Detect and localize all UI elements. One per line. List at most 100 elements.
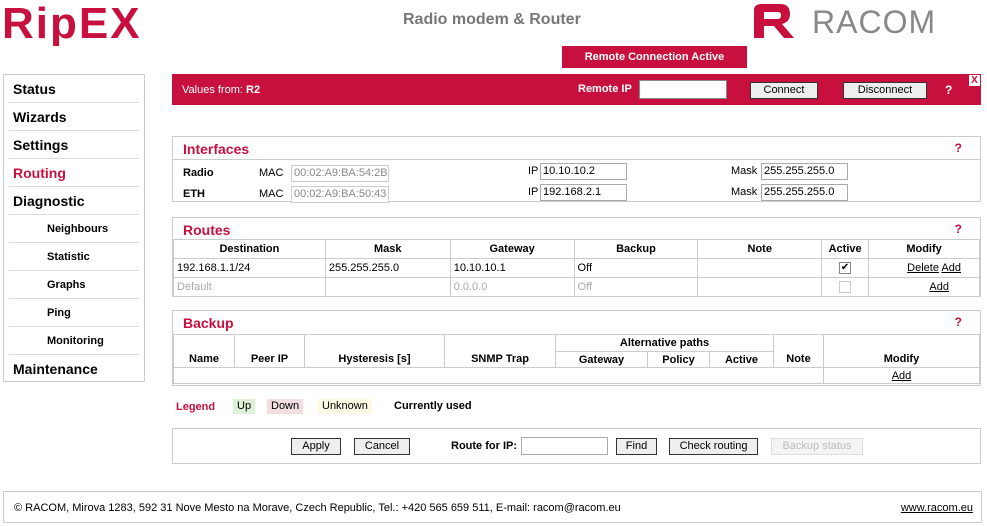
footer-website-link[interactable]: www.racom.eu <box>901 502 973 514</box>
default-note <box>697 277 823 297</box>
col-alternative-paths: Alternative paths <box>555 334 774 352</box>
route-gateway[interactable]: 10.10.10.1 <box>449 258 575 278</box>
mask-label: Mask <box>731 165 758 177</box>
default-mask <box>324 277 451 297</box>
close-icon[interactable]: X <box>969 75 980 86</box>
connect-button[interactable]: Connect <box>750 82 818 99</box>
route-destination[interactable]: 192.168.1.1/24 <box>173 258 326 278</box>
backup-table: Name Peer IP Hysteresis [s] SNMP Trap Al… <box>173 334 980 384</box>
sidebar-item-neighbours[interactable]: Neighbours <box>9 215 139 243</box>
remote-ip-input[interactable]: 10.10.10.2 <box>639 80 727 99</box>
col-backup: Backup <box>573 239 699 259</box>
sidebar-item-graphs[interactable]: Graphs <box>9 271 139 299</box>
interfaces-title: Interfaces <box>183 141 250 157</box>
route-active-checkbox[interactable]: ✔ <box>839 262 852 275</box>
disconnect-button[interactable]: Disconnect <box>843 82 927 99</box>
backup-help-icon[interactable]: ? <box>955 315 962 329</box>
legend-unknown: Unknown <box>318 399 372 414</box>
backup-add-link[interactable]: Add <box>892 370 912 382</box>
racom-logo-text: RACOM <box>812 4 936 40</box>
interfaces-panel: Interfaces ? Radio MAC 00:02:A9:BA:54:2B… <box>172 136 981 203</box>
route-modify-cell: Delete Add <box>868 258 980 278</box>
check-routing-button[interactable]: Check routing <box>669 438 758 455</box>
racom-mark-icon <box>754 4 794 38</box>
sidebar-item-ping[interactable]: Ping <box>9 299 139 327</box>
routes-table: Destination Mask Gateway Backup Note Act… <box>173 239 980 297</box>
values-from-label: Values from: <box>182 84 243 96</box>
col-gateway: Gateway <box>555 351 648 368</box>
iface-name-radio: Radio <box>183 167 214 179</box>
divider <box>173 159 980 160</box>
col-destination: Destination <box>173 239 326 259</box>
col-hysteresis: Hysteresis [s] <box>304 334 445 368</box>
radio-mask-field[interactable]: 255.255.255.0 <box>761 163 848 180</box>
page-title: Radio modem & Router <box>403 11 581 28</box>
route-backup[interactable]: Off <box>573 258 699 278</box>
col-note: Note <box>697 239 823 259</box>
route-delete-link[interactable]: Delete <box>907 262 939 274</box>
routes-panel: Routes ? Destination Mask Gateway Backup… <box>172 217 981 297</box>
sidebar-nav: Status Wizards Settings Routing Diagnost… <box>3 74 145 382</box>
mac-label: MAC <box>259 167 284 179</box>
remote-ip-label: Remote IP <box>578 83 632 95</box>
sidebar-item-routing[interactable]: Routing <box>9 159 139 187</box>
table-row: 192.168.1.1/24 255.255.255.0 10.10.10.1 … <box>173 258 980 278</box>
mask-label: Mask <box>731 186 758 198</box>
table-row: Add <box>173 367 980 384</box>
backup-status-button[interactable]: Backup status <box>771 438 863 455</box>
ip-label: IP <box>528 186 539 198</box>
col-note: Note <box>773 334 824 368</box>
sidebar-item-monitoring[interactable]: Monitoring <box>9 327 139 355</box>
default-backup[interactable]: Off <box>573 277 699 297</box>
col-modify: Modify <box>823 334 980 368</box>
action-bar: Apply Cancel Route for IP: Find Check ro… <box>172 428 981 464</box>
routes-help-icon[interactable]: ? <box>955 222 962 236</box>
col-gateway: Gateway <box>449 239 575 259</box>
interfaces-help-icon[interactable]: ? <box>955 141 962 155</box>
route-active-cell: ✔ <box>821 258 870 278</box>
route-for-ip-input[interactable] <box>521 437 608 455</box>
default-add-link[interactable]: Add <box>929 281 949 293</box>
eth-ip-field[interactable]: 192.168.2.1 <box>540 184 627 201</box>
iface-name-eth: ETH <box>183 188 205 200</box>
sidebar-item-status[interactable]: Status <box>9 75 139 103</box>
values-from-value: R2 <box>246 84 261 96</box>
col-name: Name <box>173 334 235 368</box>
table-row: Default 0.0.0.0 Off Add <box>173 277 980 297</box>
default-active-checkbox[interactable] <box>839 281 852 294</box>
legend-down: Down <box>267 399 304 414</box>
sidebar-item-diagnostic[interactable]: Diagnostic <box>9 187 139 215</box>
route-note[interactable] <box>697 258 823 278</box>
values-from: Values from: R2 <box>182 84 260 96</box>
legend-up: Up <box>233 399 256 414</box>
mac-label: MAC <box>259 188 284 200</box>
radio-mac-field: 00:02:A9:BA:54:2B <box>291 165 389 182</box>
find-button[interactable]: Find <box>616 438 657 455</box>
connbar-help-icon[interactable]: ? <box>945 83 952 97</box>
legend-title: Legend <box>176 401 216 413</box>
legend-current: Currently used <box>394 400 472 412</box>
footer: © RACOM, Mirova 1283, 592 31 Nove Mesto … <box>3 491 982 523</box>
default-destination: Default <box>173 277 326 297</box>
col-active: Active <box>821 239 870 259</box>
sidebar-item-settings[interactable]: Settings <box>9 131 139 159</box>
col-mask: Mask <box>324 239 451 259</box>
backup-title: Backup <box>183 315 234 331</box>
default-active-cell <box>821 277 870 297</box>
cancel-button[interactable]: Cancel <box>354 438 410 455</box>
col-snmp-trap: SNMP Trap <box>444 334 556 368</box>
eth-mask-field[interactable]: 255.255.255.0 <box>761 184 848 201</box>
ripex-logo: RipEX <box>2 0 140 46</box>
col-active: Active <box>709 351 774 368</box>
default-gateway[interactable]: 0.0.0.0 <box>449 277 575 297</box>
route-add-link[interactable]: Add <box>941 262 961 274</box>
sidebar-item-statistic[interactable]: Statistic <box>9 243 139 271</box>
apply-button[interactable]: Apply <box>291 438 341 455</box>
backup-modify-cell: Add <box>823 367 980 384</box>
col-peer-ip: Peer IP <box>234 334 305 368</box>
footer-address: © RACOM, Mirova 1283, 592 31 Nove Mesto … <box>14 502 621 514</box>
sidebar-item-wizards[interactable]: Wizards <box>9 103 139 131</box>
sidebar-item-maintenance[interactable]: Maintenance <box>9 355 139 383</box>
route-mask[interactable]: 255.255.255.0 <box>324 258 451 278</box>
radio-ip-field[interactable]: 10.10.10.2 <box>540 163 627 180</box>
